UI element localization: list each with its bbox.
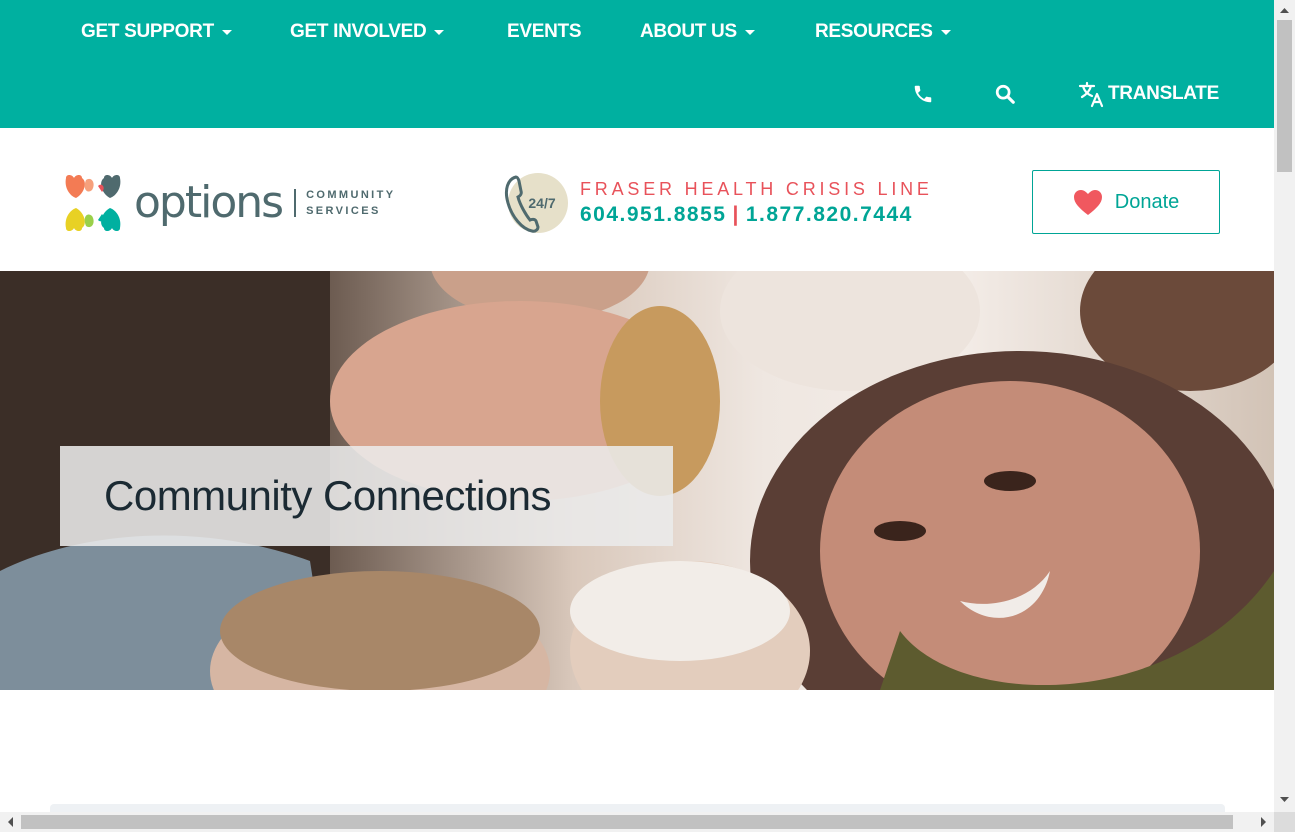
phone-247-icon: 24/7 [504, 173, 568, 233]
nav-resources[interactable]: RESOURCES [815, 20, 951, 44]
donate-button[interactable]: Donate [1032, 170, 1220, 234]
scroll-right-arrow-icon[interactable] [1254, 812, 1272, 832]
crisis-line-title: FRASER HEALTH CRISIS LINE [580, 179, 933, 199]
translate-label: TRANSLATE [1108, 83, 1219, 104]
chevron-down-icon [940, 29, 951, 35]
nav-about-us[interactable]: ABOUT US [640, 20, 755, 44]
nav-get-involved[interactable]: GET INVOLVED [290, 20, 445, 44]
chevron-down-icon [221, 29, 232, 35]
nav-resources-label: RESOURCES [815, 21, 933, 42]
site-header: options COMMUNITY SERVICES 24/7 FRASER H… [0, 128, 1274, 271]
logo-divider [294, 189, 297, 217]
logo-wordmark: options [134, 177, 284, 228]
horizontal-scrollbar-thumb[interactable] [21, 815, 1233, 829]
vertical-scrollbar-thumb[interactable] [1277, 20, 1292, 172]
logo-subtitle-line2: SERVICES [306, 205, 381, 217]
phone-icon [914, 85, 932, 103]
vertical-scrollbar[interactable] [1274, 0, 1295, 812]
search-button[interactable] [994, 80, 1016, 108]
heart-icon [1073, 189, 1102, 215]
donate-label: Donate [1114, 190, 1180, 213]
hero-banner: Community Connections [0, 271, 1274, 690]
translate-button[interactable]: TRANSLATE [1078, 80, 1219, 108]
chevron-down-icon [744, 29, 755, 35]
scroll-down-arrow-icon[interactable] [1274, 792, 1295, 808]
nav-get-support-label: GET SUPPORT [81, 21, 214, 42]
scroll-up-arrow-icon[interactable] [1274, 2, 1295, 18]
nav-get-support[interactable]: GET SUPPORT [81, 20, 232, 44]
logo-subtitle: COMMUNITY SERVICES [306, 187, 395, 219]
site-logo[interactable]: options COMMUNITY SERVICES [62, 172, 396, 234]
search-icon [995, 84, 1015, 104]
nav-events-label: EVENTS [507, 21, 582, 42]
crisis-line-phones: 604.951.8855 | 1.877.820.7444 [580, 201, 933, 229]
crisis-phone-separator: | [732, 203, 740, 226]
nav-get-involved-label: GET INVOLVED [290, 21, 427, 42]
nav-events[interactable]: EVENTS [507, 20, 582, 44]
phone-247-badge-text: 24/7 [528, 195, 555, 211]
phone-button[interactable] [912, 80, 934, 108]
crisis-line: 24/7 FRASER HEALTH CRISIS LINE 604.951.8… [502, 171, 933, 235]
chevron-down-icon [434, 29, 445, 35]
horizontal-scrollbar[interactable] [0, 812, 1274, 832]
logo-subtitle-line1: COMMUNITY [306, 189, 396, 201]
logo-mark-icon [65, 175, 121, 231]
scroll-left-arrow-icon[interactable] [2, 812, 20, 832]
scrollbar-corner [1274, 812, 1295, 832]
hero-title-box: Community Connections [60, 446, 673, 546]
nav-about-us-label: ABOUT US [640, 21, 737, 42]
translate-icon [1078, 81, 1104, 108]
crisis-phone-local[interactable]: 604.951.8855 [580, 203, 726, 226]
crisis-phone-tollfree[interactable]: 1.877.820.7444 [746, 203, 913, 226]
top-navigation-bar: GET SUPPORT GET INVOLVED EVENTS ABOUT US… [0, 0, 1274, 128]
hero-title: Community Connections [104, 472, 552, 519]
crisis-line-text: FRASER HEALTH CRISIS LINE 604.951.8855 | 1… [580, 177, 933, 229]
